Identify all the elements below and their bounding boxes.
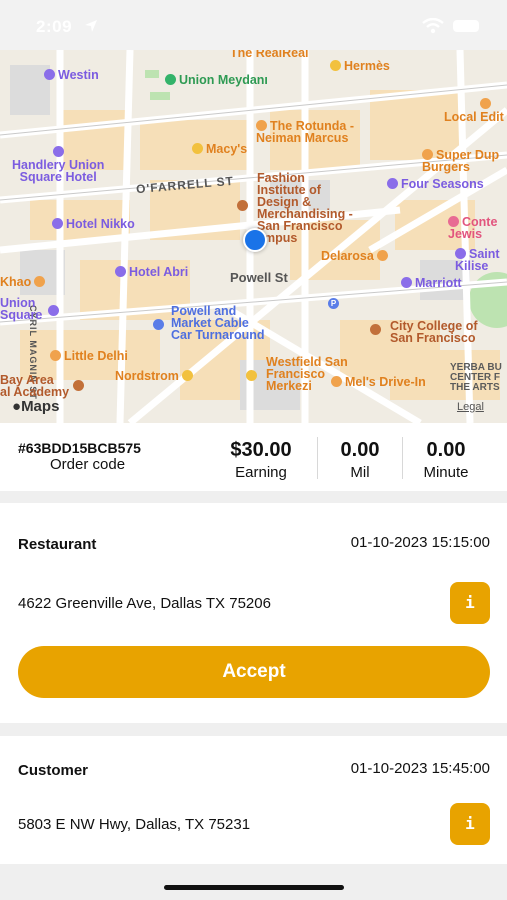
order-code-value: #63BDD15BCB575 [18,440,141,456]
restaurant-icon [480,98,491,109]
school-icon [237,200,248,211]
earning-stat: $30.00 Earning [216,439,306,481]
poi-hermes[interactable]: Hermès [330,60,390,72]
restaurant-icon [256,120,267,131]
poi-nordstrom[interactable]: Nordstrom [115,370,196,382]
status-time: 2:09 [36,17,73,36]
church-icon [455,248,466,259]
shopping-bag-icon [192,143,203,154]
distance-stat: 0.00 Mil [318,439,402,481]
poi-mels[interactable]: Mel's Drive-In [331,376,426,388]
info-icon: i [465,814,475,833]
poi-four-seasons[interactable]: Four Seasons [387,178,484,190]
order-code-label: Order code [50,456,126,473]
restaurant-icon [422,149,433,160]
customer-address: 5803 E NW Hwy, Dallas, TX 75231 [18,816,251,833]
distance-value: 0.00 [340,439,380,461]
customer-title: Customer [18,762,89,779]
battery-icon [453,20,479,32]
poi-bay-area-academy[interactable]: Bay Area al Academy [0,374,87,398]
restaurant-icon [331,376,342,387]
order-summary: #63BDD15BCB575 Order code $30.00 Earning… [0,423,507,491]
shopping-bag-icon [181,370,193,381]
restaurant-icon [34,276,46,287]
poi-union-square[interactable]: Union Square [0,297,62,321]
poi-hotel-abri[interactable]: Hotel Abri [115,266,188,278]
status-bar: 2:09 [0,0,507,50]
poi-hotel-nikko[interactable]: Hotel Nikko [52,218,135,230]
duration-stat: 0.00 Minute [403,439,489,481]
distance-label: Mil [350,464,370,481]
map-view[interactable]: O'FARRELL ST Powell St CYRIL MAGNIN ST T… [0,50,507,423]
poi-saint-kilise[interactable]: Saint Kilise [455,248,500,272]
apple-logo-icon: ● [12,398,22,415]
hotel-icon [52,218,63,229]
school-icon [73,380,85,391]
duration-value: 0.00 [426,439,466,461]
hotel-icon [44,69,55,80]
restaurant-icon [50,350,61,361]
restaurant-title: Restaurant [18,536,97,553]
shopping-bag-icon [330,60,341,71]
poi-marriott[interactable]: Marriott [401,277,462,289]
earning-label: Earning [235,464,287,481]
user-location-icon [243,228,267,252]
poi-super-duper[interactable]: Super Dup Burgers [422,149,499,173]
hotel-icon [387,178,398,189]
customer-time: 01-10-2023 15:45:00 [350,760,490,777]
transit-icon [153,319,164,330]
restaurant-time: 01-10-2023 15:15:00 [350,534,490,551]
poi-westin[interactable]: Westin [44,69,99,81]
legal-link[interactable]: Legal [457,401,484,413]
poi-contemporary-jewish[interactable]: Conte Jewis [448,216,497,240]
poi-powell-market[interactable]: Powell and Market Cable Car Turnaround [153,305,265,341]
hotel-icon [52,146,64,157]
hotel-icon [401,277,412,288]
accept-button[interactable]: Accept [18,646,490,698]
poi-little-delhi[interactable]: Little Delhi [50,350,128,362]
street-powell: Powell St [230,270,288,285]
restaurant-icon [376,250,388,261]
earning-value: $30.00 [230,439,292,461]
shopping-bag-icon [246,370,257,381]
poi-yerba-buena[interactable]: YERBA BU CENTER F THE ARTS [450,363,502,393]
hotel-icon [48,305,60,316]
customer-info-button[interactable]: i [450,803,490,845]
customer-card: Customer 01-10-2023 15:45:00 5803 E NW H… [0,736,507,864]
location-arrow-icon [84,19,98,38]
poi-delarosa[interactable]: Delarosa [321,250,391,262]
wifi-icon [422,17,444,39]
restaurant-address: 4622 Greenville Ave, Dallas TX 75206 [18,595,271,612]
hotel-icon [115,266,126,277]
poi-union-meydani[interactable]: Union Meydanı [165,74,268,86]
info-icon: i [465,593,475,612]
poi-macys[interactable]: Macy's [192,143,247,155]
apple-maps-badge: ●Maps [12,398,60,415]
museum-icon [448,216,459,227]
poi-rotunda[interactable]: The Rotunda - Neiman Marcus [256,120,354,144]
school-icon [370,324,381,335]
park-icon [165,74,176,85]
home-indicator[interactable] [164,885,344,890]
duration-label: Minute [423,464,469,481]
poi-khao[interactable]: Khao [0,276,48,288]
parking-icon[interactable]: P [328,295,342,309]
poi-city-college[interactable]: City College of San Francisco [370,320,478,344]
restaurant-info-button[interactable]: i [450,582,490,624]
poi-local-edit[interactable]: Local Edit [444,98,504,123]
poi-therealreal[interactable]: The RealReal [230,50,309,59]
poi-handlery[interactable]: Handlery Union Square Hotel [12,146,104,183]
